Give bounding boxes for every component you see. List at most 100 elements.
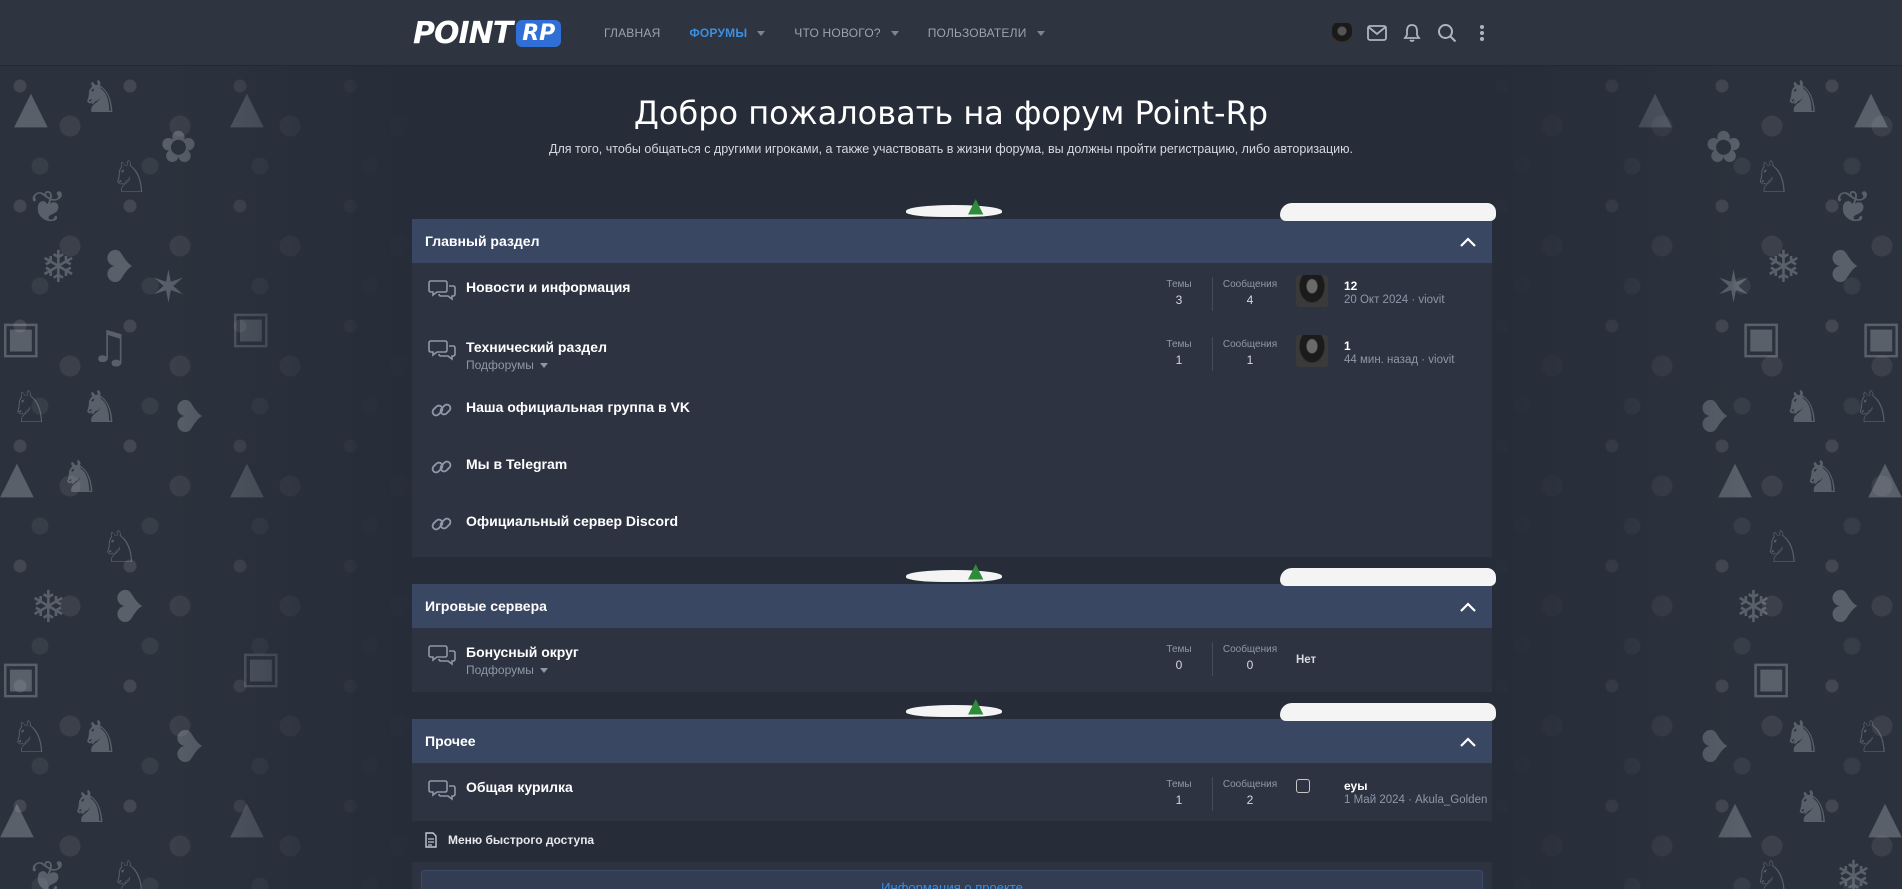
last-post-meta[interactable]: 20 Окт 2024 · viovit <box>1344 294 1445 306</box>
subforums-label: Подфорумы <box>466 358 534 372</box>
reindeer-icon: ♘ <box>110 852 150 889</box>
stat-divider <box>1212 642 1213 676</box>
forum-title-link[interactable]: Наша официальная группа в VK <box>466 399 690 415</box>
messages-stat: Сообщения 2 <box>1220 779 1280 807</box>
threads-count: 3 <box>1175 293 1183 307</box>
messages-label: Сообщения <box>1222 279 1278 290</box>
category-title[interactable]: Главный раздел <box>425 233 539 249</box>
snowflake-icon: ❄ <box>30 582 67 633</box>
bow-icon: ❥ <box>1695 392 1732 443</box>
messages-count: 0 <box>1246 658 1254 672</box>
christmas-tree-icon: ▲ <box>230 792 264 843</box>
chat-bubbles-icon <box>428 645 456 666</box>
more-menu-button[interactable] <box>1472 23 1492 43</box>
chat-bubbles-icon <box>428 780 456 801</box>
forum-node: Общая курилка Темы 1 Сообщения 2 еуы 1 Май… <box>412 763 1492 823</box>
leaf-icon: ❦ <box>30 182 67 233</box>
chevron-up-icon[interactable] <box>1458 732 1478 752</box>
vertical-dots-icon <box>1480 25 1484 41</box>
sleigh-icon: ♞ <box>1802 452 1842 503</box>
last-post-meta[interactable]: 1 Май 2024 · Akula_Golden <box>1344 794 1487 806</box>
christmas-tree-icon: ▲ <box>1718 792 1752 843</box>
search-button[interactable] <box>1437 23 1457 43</box>
messages-button[interactable] <box>1367 23 1387 43</box>
chevron-down-icon[interactable] <box>757 30 766 36</box>
last-post-meta[interactable]: 44 мин. назад · viovit <box>1344 354 1454 366</box>
last-post-title-link[interactable]: 12 <box>1344 279 1357 293</box>
avatar[interactable] <box>1296 275 1328 307</box>
alerts-button[interactable] <box>1402 23 1422 43</box>
gift-icon: ▣ <box>0 652 42 703</box>
nav-forums-label: ФОРУМЫ <box>689 26 748 40</box>
forum-title-link[interactable]: Общая курилка <box>466 779 573 795</box>
forum-node: Бонусный округ Подфорумы Темы 0 Сообщения… <box>412 628 1492 688</box>
document-icon <box>425 832 437 848</box>
category-title[interactable]: Прочее <box>425 733 476 749</box>
threads-label: Темы <box>1166 779 1192 790</box>
subforums-menu[interactable]: Подфорумы <box>466 358 548 372</box>
category-title[interactable]: Игровые сервера <box>425 598 547 614</box>
stat-divider <box>1212 277 1213 311</box>
bow-icon: ❥ <box>110 582 147 633</box>
forum-title-link[interactable]: Технический раздел <box>466 339 607 355</box>
nav-forums[interactable]: ФОРУМЫ <box>689 26 766 40</box>
reindeer-icon: ♘ <box>10 712 50 763</box>
sleigh-icon: ♞ <box>1792 782 1832 833</box>
sleigh-icon: ♞ <box>70 782 110 833</box>
avatar <box>1332 23 1352 43</box>
search-icon <box>1438 24 1457 43</box>
chevron-down-icon[interactable] <box>1036 30 1045 36</box>
gift-icon: ▣ <box>240 642 282 693</box>
link-node: Мы в Telegram <box>412 440 1492 497</box>
nav-home[interactable]: ГЛАВНАЯ <box>604 26 660 40</box>
messages-stat: Сообщения 1 <box>1220 339 1280 367</box>
chevron-up-icon[interactable] <box>1458 597 1478 617</box>
background-pattern-right: ▲ ♞ ▲ ✿ ♘ ❦ ❄ ❥ ✶ ▣ ▣ ♘ ♞ ❥ ▲ ♞ ▲ ♘ ❄ ❥ … <box>1482 66 1902 889</box>
reindeer-icon: ♘ <box>100 522 140 573</box>
reindeer-icon: ♘ <box>1852 712 1892 763</box>
quick-access-menu[interactable]: Меню быстрого доступа <box>424 832 594 848</box>
project-info-button[interactable]: Информация о проекте <box>421 870 1483 889</box>
threads-stat: Темы 1 <box>1154 339 1204 367</box>
subforums-menu[interactable]: Подфорумы <box>466 663 548 677</box>
christmas-tree-icon: ▲ <box>968 558 984 582</box>
threads-label: Темы <box>1166 279 1192 290</box>
christmas-tree-icon: ▲ <box>968 693 984 717</box>
threads-stat: Темы 3 <box>1154 279 1204 307</box>
forum-title-link[interactable]: Мы в Telegram <box>466 456 567 472</box>
forum-title-link[interactable]: Новости и информация <box>466 279 630 295</box>
last-post-title-link[interactable]: еуы <box>1344 779 1367 793</box>
snowflake-icon: ❄ <box>1835 852 1872 889</box>
threads-count: 1 <box>1175 353 1183 367</box>
avatar[interactable] <box>1296 779 1310 793</box>
threads-label: Темы <box>1166 644 1192 655</box>
page-title: Добро пожаловать на форум Point-Rp <box>633 94 1269 132</box>
user-avatar-button[interactable] <box>1332 23 1352 43</box>
logo-wordmark: POINT <box>413 15 513 51</box>
forum-title-link[interactable]: Официальный сервер Discord <box>466 513 678 529</box>
snow-decoration <box>1280 703 1496 721</box>
gift-icon: ▣ <box>1860 312 1902 363</box>
avatar[interactable] <box>1296 335 1328 367</box>
quick-access-label: Меню быстрого доступа <box>448 833 595 847</box>
rocking-horse-icon: ♞ <box>80 712 120 763</box>
snow-decoration <box>1280 203 1496 221</box>
bow-icon: ❥ <box>1825 582 1862 633</box>
gift-icon: ▣ <box>1740 312 1782 363</box>
subforums-label: Подфорумы <box>466 663 534 677</box>
stat-divider <box>1212 337 1213 371</box>
nav-whats-new[interactable]: ЧТО НОВОГО? <box>794 26 899 40</box>
christmas-tree-icon: ▲ <box>968 193 984 217</box>
bow-icon: ❥ <box>100 242 137 293</box>
bow-icon: ❥ <box>170 392 207 443</box>
rocking-horse-icon: ♞ <box>1782 712 1822 763</box>
last-post-title-link[interactable]: 1 <box>1344 339 1351 353</box>
nav-members-label: ПОЛЬЗОВАТЕЛИ <box>927 26 1027 40</box>
sleigh-icon: ♞ <box>60 452 100 503</box>
nav-members[interactable]: ПОЛЬЗОВАТЕЛИ <box>928 26 1045 40</box>
chevron-down-icon[interactable] <box>890 30 899 36</box>
site-logo[interactable]: POINT RP <box>413 14 562 52</box>
chevron-up-icon[interactable] <box>1458 232 1478 252</box>
gift-icon: ▣ <box>1750 652 1792 703</box>
forum-title-link[interactable]: Бонусный округ <box>466 644 579 660</box>
